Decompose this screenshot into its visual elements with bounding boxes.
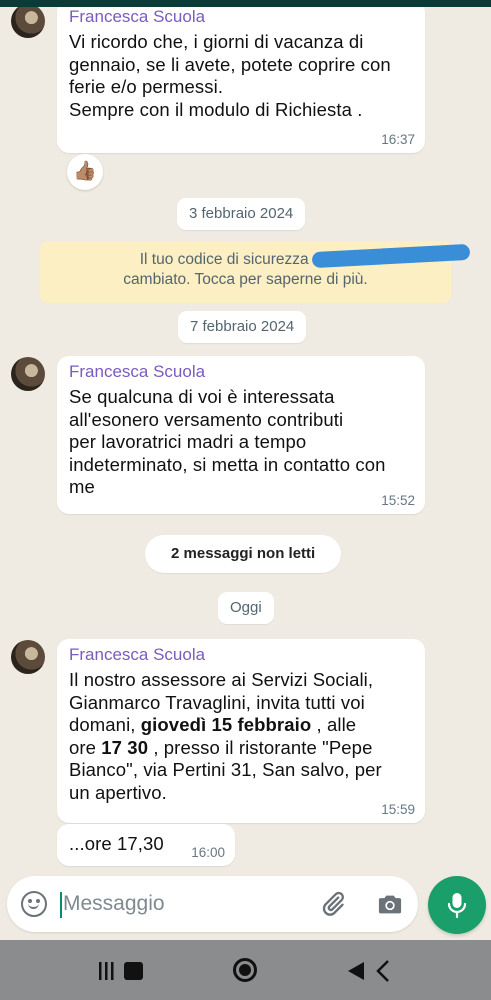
text-segment: , alle bbox=[311, 714, 357, 735]
message-line: un apertivo. bbox=[69, 781, 167, 803]
message-line: Il nostro assessore ai Servizi Sociali, bbox=[69, 669, 374, 690]
message-line: Gianmarco Travaglini, invita tutti voi bbox=[69, 691, 365, 713]
reaction-badge[interactable]: 👍🏽 bbox=[67, 154, 103, 190]
date-separator: Oggi bbox=[218, 592, 274, 624]
text-segment: , presso il ristorante "Pepe bbox=[148, 736, 373, 758]
status-bar bbox=[0, 0, 491, 7]
security-notice-line2: cambiato. Tocca per saperne di più. bbox=[123, 271, 368, 288]
message-line: gennaio, se li avete, potete coprire con bbox=[69, 53, 391, 75]
home-icon[interactable] bbox=[233, 958, 257, 982]
message-text: Se qualcuna di voi è interessata all'eso… bbox=[69, 386, 415, 499]
message-line: Sempre con il modulo di Richiesta . bbox=[69, 98, 363, 120]
mic-icon bbox=[447, 893, 467, 919]
message-line: domani, giovedì 15 febbraio , alle bbox=[69, 714, 415, 737]
message-time: 16:00 bbox=[191, 845, 225, 860]
emoji-icon[interactable] bbox=[21, 891, 47, 917]
message-input[interactable] bbox=[63, 884, 303, 924]
bold-date: giovedì 15 febbraio bbox=[140, 714, 312, 735]
message-bubble[interactable]: ...ore 17,30 16:00 bbox=[57, 824, 235, 866]
avatar[interactable] bbox=[11, 7, 45, 38]
message-line: Bianco", via Pertini 31, San salvo, per bbox=[69, 759, 382, 780]
message-bubble[interactable]: Francesca Scuola Il nostro assessore ai … bbox=[57, 639, 425, 823]
message-text: Vi ricordo che, i giorni di vacanza di g… bbox=[69, 31, 415, 121]
message-time: 15:52 bbox=[381, 493, 415, 508]
camera-icon[interactable] bbox=[376, 890, 404, 918]
message-bubble[interactable]: Francesca Scuola Vi ricordo che, i giorn… bbox=[57, 7, 425, 153]
sender-name: Francesca Scuola bbox=[69, 645, 206, 664]
date-separator: 3 febbraio 2024 bbox=[177, 198, 306, 230]
avatar[interactable] bbox=[11, 640, 45, 674]
message-bubble[interactable]: Francesca Scuola Se qualcuna di voi è in… bbox=[57, 356, 425, 514]
message-line: indeterminato, si metta in contatto con bbox=[69, 453, 386, 475]
text-caret bbox=[60, 892, 62, 918]
sender-name: Francesca Scuola bbox=[69, 362, 206, 381]
emoji-mouth bbox=[28, 902, 39, 909]
security-notice[interactable]: Il tuo codice di sicurezza con ~ cambiat… bbox=[40, 241, 471, 303]
paperclip-icon[interactable] bbox=[319, 890, 347, 918]
mic-button[interactable] bbox=[428, 876, 486, 934]
system-navigation-bar bbox=[0, 940, 491, 1000]
message-line: Se qualcuna di voi è interessata bbox=[69, 386, 335, 407]
message-line: me bbox=[69, 476, 95, 497]
message-line: Vi ricordo che, i giorni di vacanza di bbox=[69, 31, 364, 52]
bold-time: 17 30 bbox=[101, 736, 149, 758]
date-separator: 7 febbraio 2024 bbox=[178, 311, 307, 343]
recent-apps-icon[interactable] bbox=[99, 961, 145, 981]
avatar[interactable] bbox=[11, 357, 45, 391]
message-composer bbox=[7, 876, 418, 932]
message-line: all'esonero versamento contributi bbox=[69, 408, 344, 430]
message-line: per lavoratrici madri a tempo bbox=[69, 431, 307, 452]
message-text: Il nostro assessore ai Servizi Sociali, … bbox=[69, 669, 415, 804]
message-line: ore 17 30 , presso il ristorante "Pepe bbox=[69, 737, 415, 760]
unread-messages-banner: 2 messaggi non letti bbox=[145, 535, 342, 573]
text-segment: ore bbox=[69, 736, 102, 758]
sender-name: Francesca Scuola bbox=[69, 7, 206, 26]
back-icon[interactable] bbox=[348, 960, 392, 982]
message-time: 15:59 bbox=[381, 802, 415, 817]
chat-area[interactable]: Francesca Scuola Vi ricordo che, i giorn… bbox=[0, 7, 491, 875]
message-time: 16:37 bbox=[381, 132, 415, 147]
message-line: ferie e/o permessi. bbox=[69, 76, 224, 97]
text-segment: domani, bbox=[69, 714, 141, 735]
